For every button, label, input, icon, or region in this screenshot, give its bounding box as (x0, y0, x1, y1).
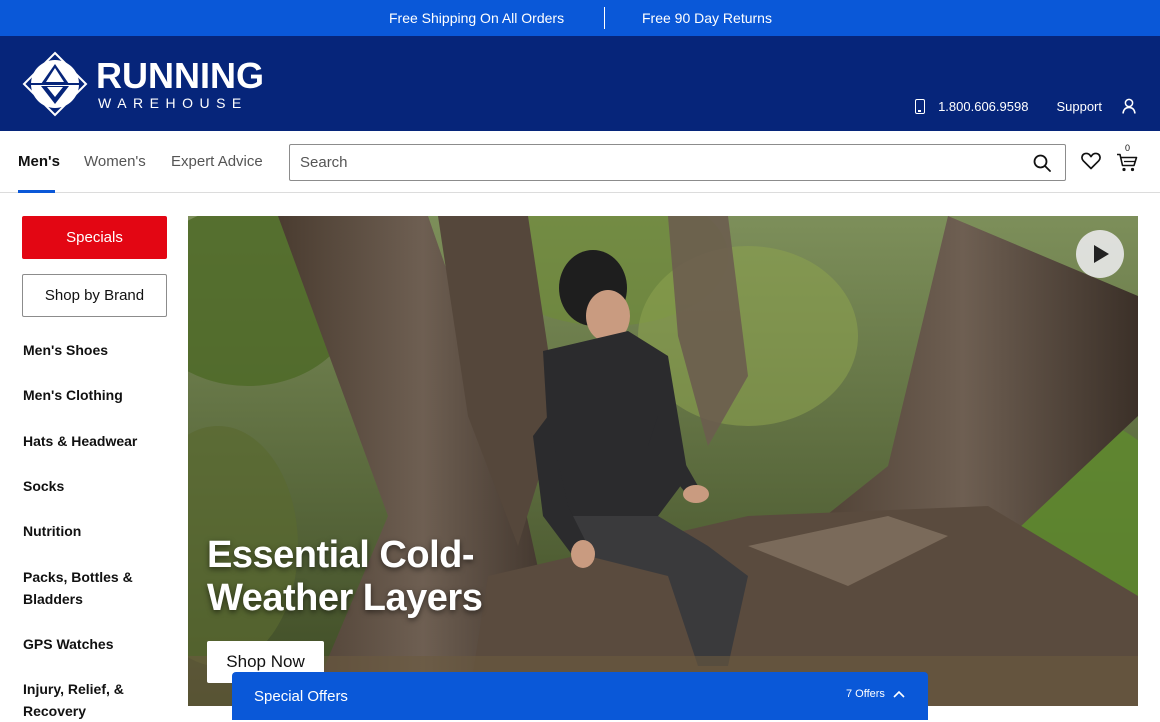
cart-count-badge: 0 (1125, 143, 1131, 153)
phone-icon (915, 98, 926, 114)
promo-divider (604, 7, 605, 29)
chevron-up-icon[interactable] (893, 690, 905, 698)
sidebar-item-hats-headwear[interactable]: Hats & Headwear (23, 430, 163, 452)
search-box (289, 144, 1066, 181)
sidebar-item-mens-clothing[interactable]: Men's Clothing (23, 384, 163, 406)
sidebar-item-nutrition[interactable]: Nutrition (23, 520, 163, 542)
account-icon[interactable] (1122, 98, 1136, 114)
special-offers-bar[interactable]: Special Offers 7 Offers (232, 672, 928, 720)
site-logo[interactable]: RUNNING WAREHOUSE (22, 51, 264, 117)
logo-text-warehouse: WAREHOUSE (98, 95, 248, 111)
play-icon[interactable] (1076, 230, 1124, 278)
cart-icon (1117, 153, 1138, 172)
promo-free-returns[interactable]: Free 90 Day Returns (642, 10, 772, 26)
specials-button[interactable]: Specials (22, 216, 167, 259)
offers-count: 7 Offers (846, 688, 885, 700)
logo-mark-icon (22, 51, 88, 117)
active-tab-indicator (18, 190, 55, 193)
sidebar-item-injury-relief[interactable]: Injury, Relief, & Recovery (23, 678, 163, 722)
hero-banner[interactable]: Essential Cold-Weather Layers Shop Now (188, 216, 1138, 706)
logo-text-running: RUNNING (96, 55, 264, 96)
support-link[interactable]: Support (1056, 99, 1102, 114)
header-utility: 1.800.606.9598 Support (915, 96, 1136, 116)
shop-by-brand-button[interactable]: Shop by Brand (22, 274, 167, 317)
promo-bar: Free Shipping On All Orders Free 90 Day … (0, 0, 1160, 36)
sidebar-item-packs-bottles[interactable]: Packs, Bottles & Bladders (23, 566, 163, 610)
special-offers-title: Special Offers (254, 688, 348, 705)
cart-button[interactable]: 0 (1116, 143, 1140, 173)
sidebar-item-mens-shoes[interactable]: Men's Shoes (23, 339, 163, 361)
search-icon[interactable] (1033, 154, 1051, 172)
tab-mens[interactable]: Men's (18, 153, 60, 170)
main-nav: Men's Women's Expert Advice 0 (0, 131, 1160, 193)
sidebar-item-socks[interactable]: Socks (23, 475, 163, 497)
promo-free-shipping[interactable]: Free Shipping On All Orders (389, 10, 564, 26)
search-input[interactable] (300, 145, 1020, 180)
heart-icon[interactable] (1081, 152, 1101, 170)
site-header: RUNNING WAREHOUSE 1.800.606.9598 Support (0, 36, 1160, 131)
hero-title: Essential Cold-Weather Layers (207, 534, 483, 619)
tab-womens[interactable]: Women's (84, 153, 146, 170)
tab-expert-advice[interactable]: Expert Advice (171, 153, 263, 170)
phone-number[interactable]: 1.800.606.9598 (938, 99, 1028, 114)
sidebar-item-gps-watches[interactable]: GPS Watches (23, 633, 163, 655)
hero-image (188, 216, 1138, 706)
